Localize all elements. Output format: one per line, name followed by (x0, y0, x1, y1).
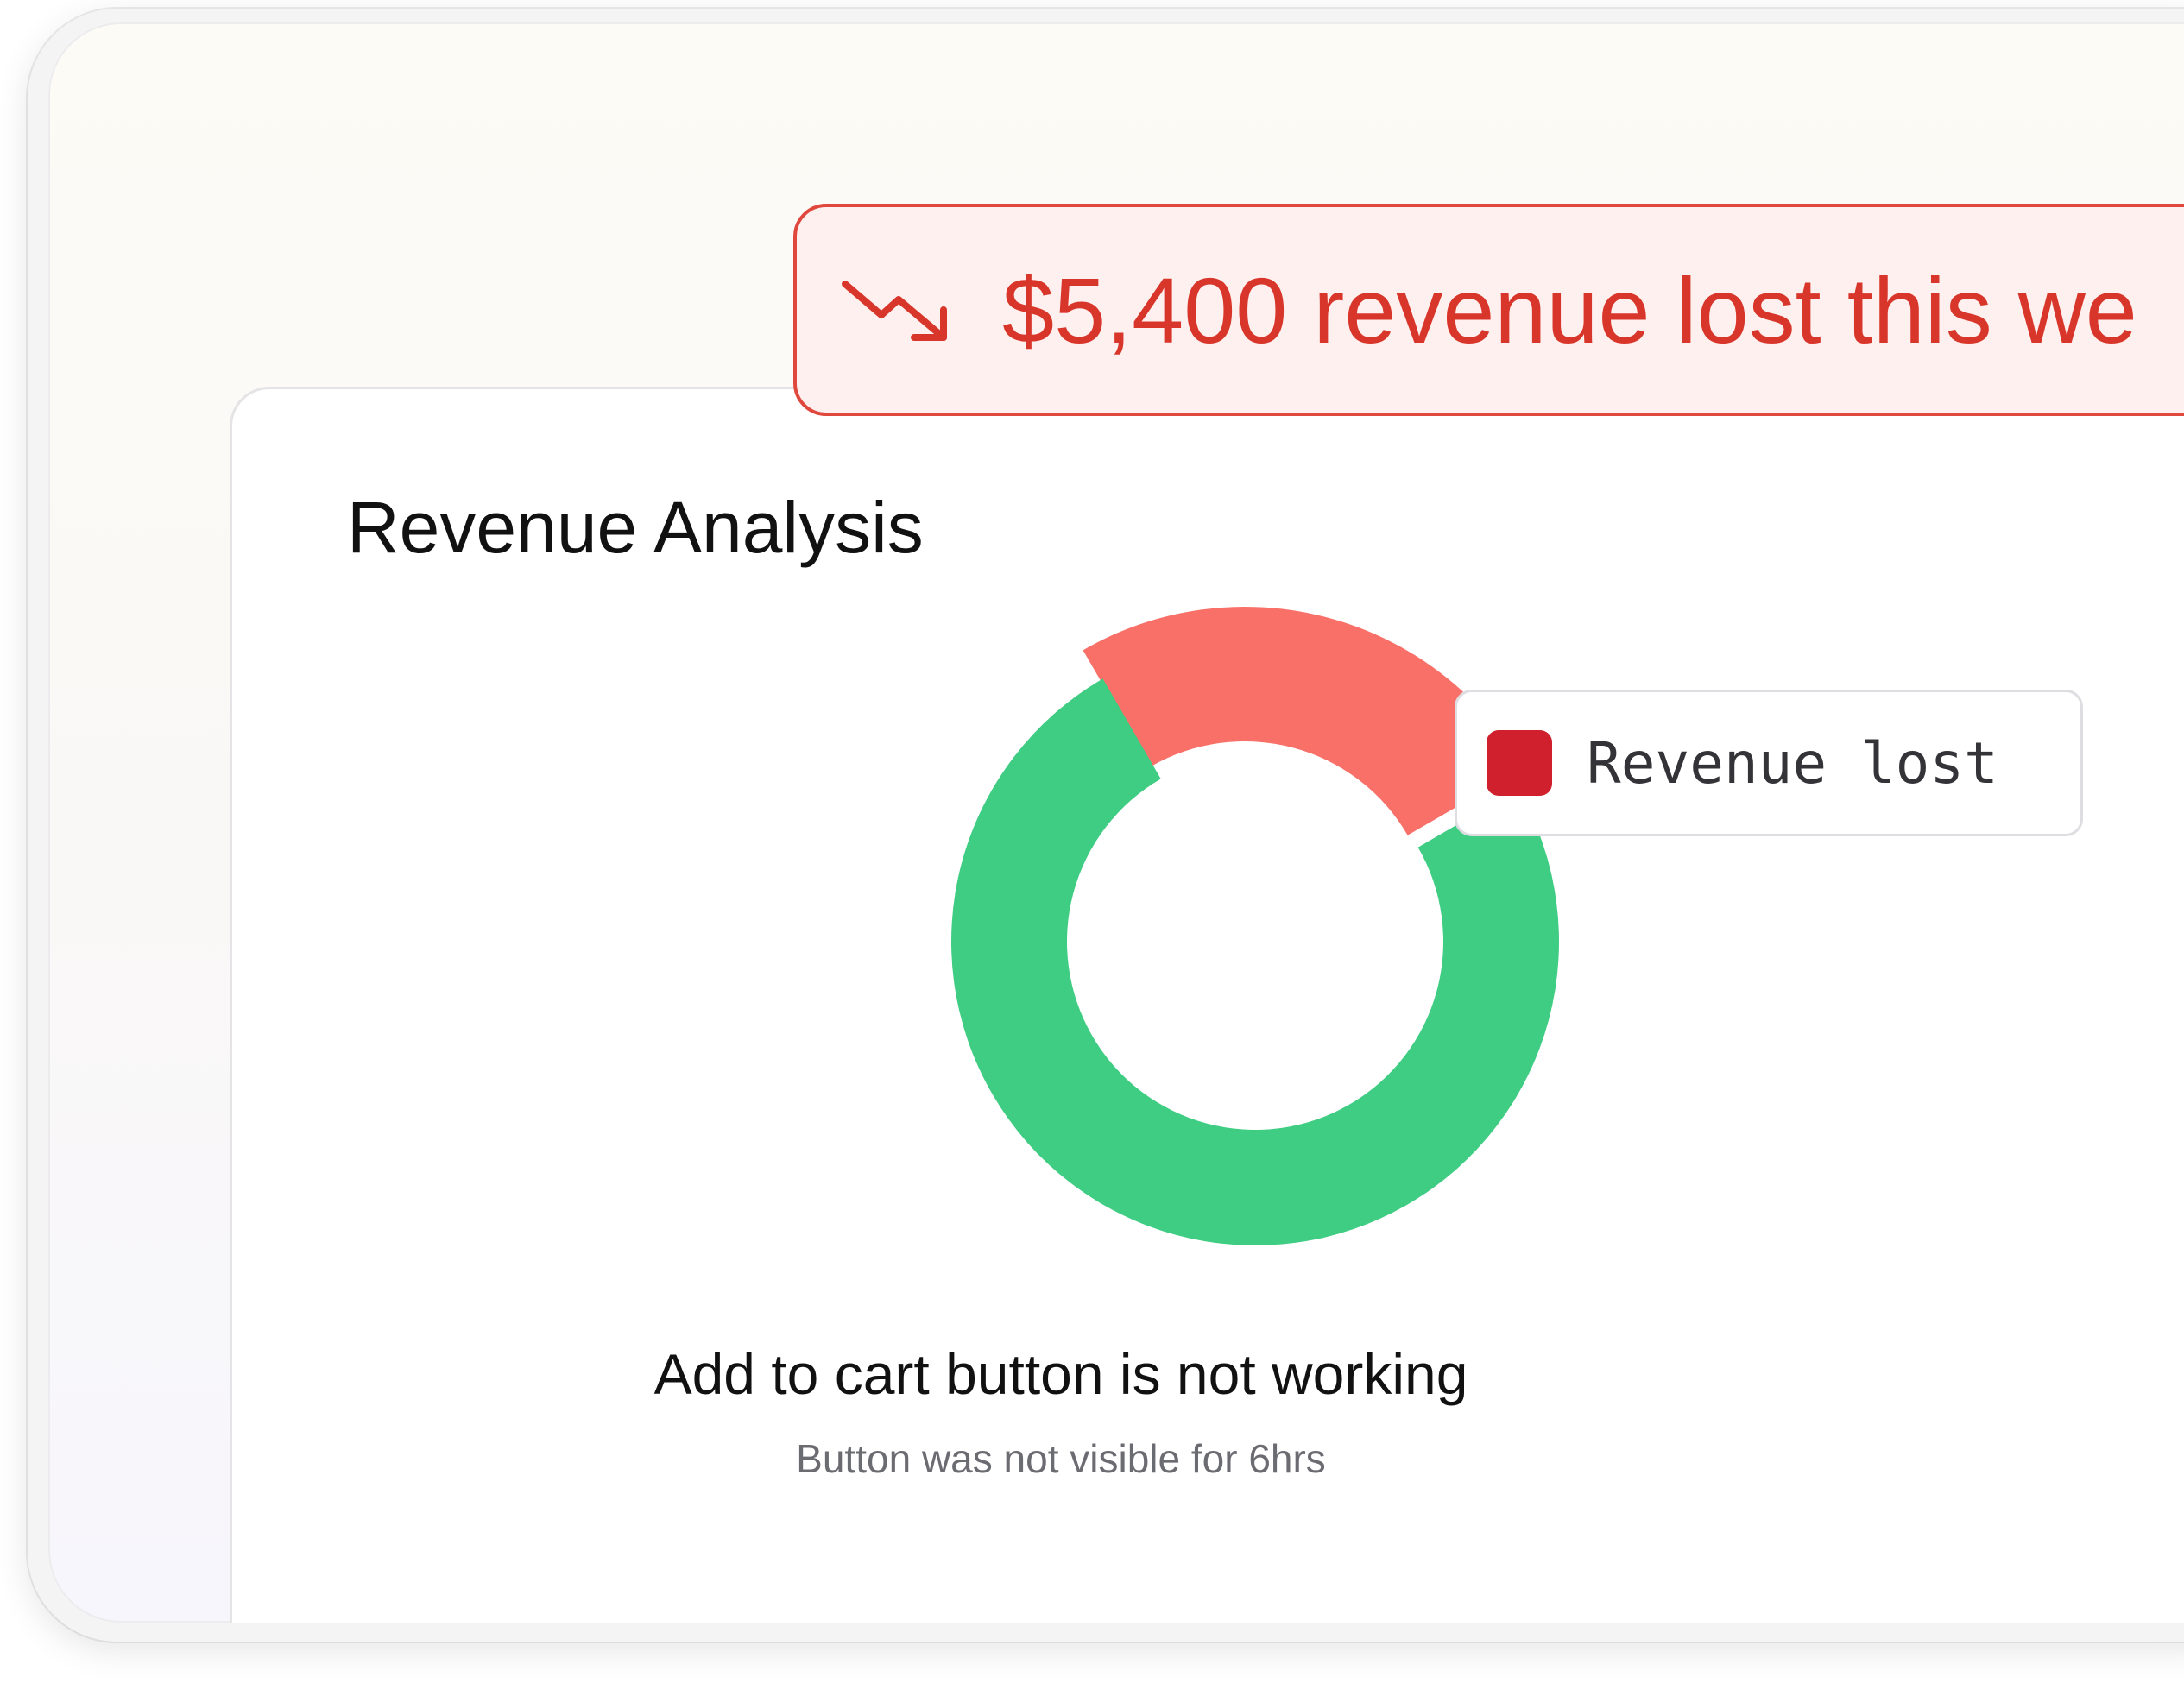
revenue-donut-chart (950, 607, 1559, 1246)
revenue-lost-alert[interactable]: $5,400 revenue lost this we (793, 204, 2184, 416)
issue-subtitle: Button was not visible for 6hrs (796, 1436, 1326, 1481)
window-frame: Revenue Analysis Revenue lost Add to car… (28, 9, 2184, 1642)
window-content: Revenue Analysis Revenue lost Add to car… (48, 22, 2184, 1623)
trending-down-icon (842, 281, 947, 341)
issue-title: Add to cart button is not working (653, 1342, 1468, 1406)
revenue-analysis-card: Revenue Analysis Revenue lost Add to car… (230, 387, 2184, 1623)
alert-text: $5,400 revenue lost this we (1002, 257, 2137, 363)
legend-swatch (1487, 730, 1552, 796)
chart-legend: Revenue lost (1455, 690, 2083, 836)
legend-label: Revenue lost (1587, 729, 1998, 797)
